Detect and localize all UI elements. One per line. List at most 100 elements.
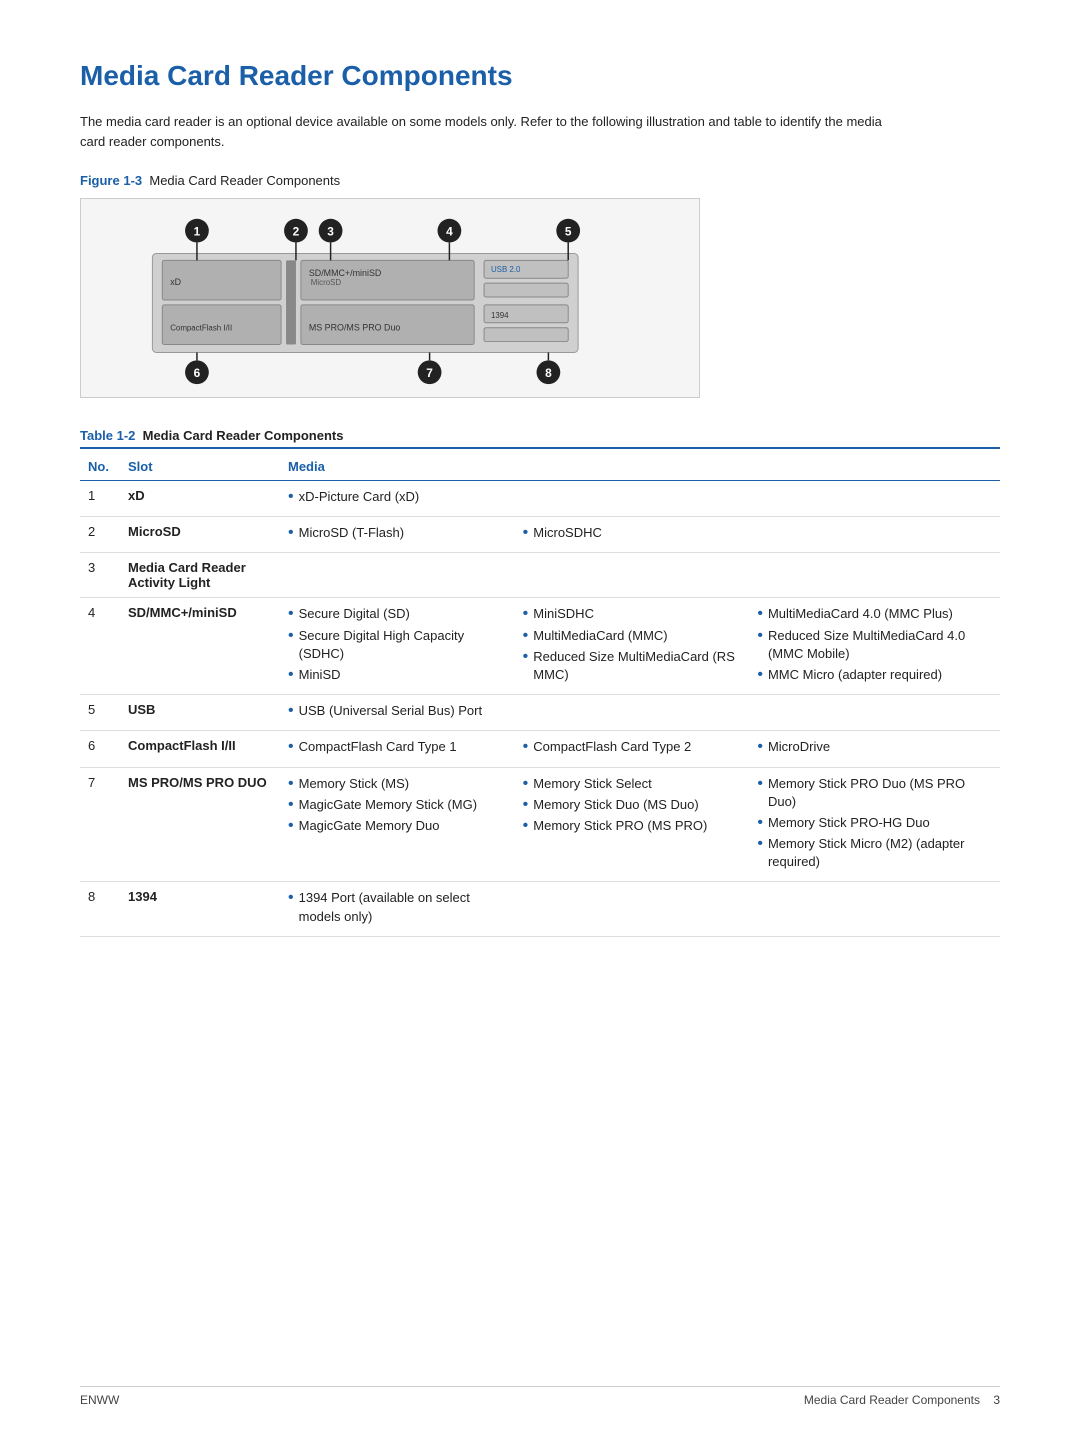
- header-no: No.: [80, 453, 120, 481]
- header-media: Media: [280, 453, 1000, 481]
- media-col: •Memory Stick Select•Memory Stick Duo (M…: [523, 775, 758, 875]
- media-col: •MultiMediaCard 4.0 (MMC Plus)•Reduced S…: [757, 605, 992, 687]
- svg-text:MicroSD: MicroSD: [311, 278, 342, 287]
- cell-media: • Secure Digital (SD) •Secure Digital High…: [280, 598, 1000, 695]
- media-col: • Secure Digital (SD) •Secure Digital High…: [288, 605, 523, 687]
- list-item: •1394 Port (available on select models o…: [288, 889, 513, 925]
- list-item: •MicroSD (T-Flash): [288, 524, 513, 542]
- footer: ENWW Media Card Reader Components 3: [80, 1386, 1000, 1407]
- cell-media: • USB (Universal Serial Bus) Port: [280, 695, 1000, 731]
- svg-text:7: 7: [426, 366, 433, 380]
- list-item-text: MagicGate Memory Stick (MG): [299, 796, 477, 814]
- header-slot: Slot: [120, 453, 280, 481]
- table-row: 4SD/MMC+/miniSD•Secure Digital (SD)•Secu…: [80, 598, 1000, 695]
- bullet-icon: •: [288, 606, 294, 622]
- list-item-text: USB (Universal Serial Bus) Port: [299, 702, 483, 720]
- table-header-row: No. Slot Media: [80, 453, 1000, 481]
- list-item: •MiniSD: [288, 666, 513, 684]
- media-col: •1394 Port (available on select models o…: [288, 889, 523, 928]
- cell-media: •MicroSD (T-Flash) •MicroSDHC: [280, 517, 1000, 553]
- media-col: • USB (Universal Serial Bus) Port: [288, 702, 523, 723]
- bullet-icon: •: [288, 818, 294, 834]
- list-item-text: MultiMediaCard 4.0 (MMC Plus): [768, 605, 953, 623]
- media-col: •CompactFlash Card Type 2: [523, 738, 758, 759]
- cell-media: • Memory Stick (MS) • MagicGate Memory Stic…: [280, 767, 1000, 882]
- media-col: •MiniSDHC•MultiMediaCard (MMC)•Reduced S…: [523, 605, 758, 687]
- bullet-icon: •: [757, 606, 763, 622]
- table-row: 5USB•USB (Universal Serial Bus) Port: [80, 695, 1000, 731]
- list-item: •MiniSDHC: [523, 605, 748, 623]
- list-item: • MicroDrive: [757, 738, 982, 756]
- media-col: • CompactFlash Card Type 1: [288, 738, 523, 759]
- svg-text:6: 6: [194, 366, 201, 380]
- list-item: • MagicGate Memory Stick (MG): [288, 796, 513, 814]
- media-col: [523, 488, 758, 509]
- page-title: Media Card Reader Components: [80, 60, 1000, 92]
- list-item-text: CompactFlash Card Type 2: [533, 738, 691, 756]
- svg-text:xD: xD: [170, 277, 181, 287]
- list-item-text: MicroSDHC: [533, 524, 602, 542]
- list-item: •Memory Stick PRO Duo (MS PRO Duo): [757, 775, 982, 811]
- list-item: •xD-Picture Card (xD): [288, 488, 513, 506]
- bullet-icon: •: [288, 890, 294, 906]
- bullet-icon: •: [288, 703, 294, 719]
- svg-text:SD/MMC+/miniSD: SD/MMC+/miniSD: [309, 268, 381, 278]
- components-table: No. Slot Media 1xD•xD-Picture Card (xD)2…: [80, 453, 1000, 937]
- cell-no: 2: [80, 517, 120, 553]
- bullet-icon: •: [288, 797, 294, 813]
- list-item-text: MicroDrive: [768, 738, 830, 756]
- list-item: •MMC Micro (adapter required): [757, 666, 982, 684]
- figure-caption-text: Media Card Reader Components: [149, 173, 340, 188]
- footer-right: Media Card Reader Components 3: [804, 1393, 1000, 1407]
- media-col: •Memory Stick PRO Duo (MS PRO Duo)•Memor…: [757, 775, 992, 875]
- list-item-text: Secure Digital (SD): [299, 605, 410, 623]
- cell-no: 4: [80, 598, 120, 695]
- cell-no: 6: [80, 731, 120, 767]
- svg-text:3: 3: [327, 225, 334, 239]
- bullet-icon: •: [523, 628, 529, 644]
- list-item-text: Memory Stick (MS): [299, 775, 410, 793]
- cell-media: [280, 553, 1000, 598]
- cell-media: •CompactFlash Card Type 1•CompactFlash C…: [280, 731, 1000, 767]
- bullet-icon: •: [288, 739, 294, 755]
- footer-left: ENWW: [80, 1393, 119, 1407]
- bullet-icon: •: [523, 818, 529, 834]
- media-col: • Memory Stick (MS) • MagicGate Memory Stic…: [288, 775, 523, 875]
- list-item-text: MultiMediaCard (MMC): [533, 627, 667, 645]
- list-item: •Secure Digital High Capacity (SDHC): [288, 627, 513, 663]
- cell-no: 1: [80, 481, 120, 517]
- bullet-icon: •: [523, 606, 529, 622]
- bullet-icon: •: [288, 776, 294, 792]
- list-item: •MagicGate Memory Duo: [288, 817, 513, 835]
- list-item-text: Reduced Size MultiMediaCard (RS MMC): [533, 648, 747, 684]
- diagram-svg: xD CompactFlash I/II SD/MMC+/miniSD MS P…: [81, 199, 699, 397]
- table-caption: Table 1-2 Media Card Reader Components: [80, 428, 1000, 449]
- table-row: 1xD•xD-Picture Card (xD): [80, 481, 1000, 517]
- list-item-text: Memory Stick PRO-HG Duo: [768, 814, 930, 832]
- bullet-icon: •: [757, 836, 763, 852]
- media-col: •MicroSDHC: [523, 524, 758, 545]
- figure-label: Figure 1-3: [80, 173, 142, 188]
- list-item: •Memory Stick Duo (MS Duo): [523, 796, 748, 814]
- bullet-icon: •: [757, 776, 763, 792]
- list-item: •Reduced Size MultiMediaCard (RS MMC): [523, 648, 748, 684]
- list-item-text: CompactFlash Card Type 1: [299, 738, 457, 756]
- list-item: • USB (Universal Serial Bus) Port: [288, 702, 513, 720]
- svg-text:4: 4: [446, 225, 453, 239]
- intro-paragraph: The media card reader is an optional dev…: [80, 112, 900, 151]
- list-item: • MultiMediaCard 4.0 (MMC Plus): [757, 605, 982, 623]
- bullet-icon: •: [757, 667, 763, 683]
- bullet-icon: •: [288, 489, 294, 505]
- svg-text:CompactFlash I/II: CompactFlash I/II: [170, 324, 232, 333]
- media-col: •MicroSD (T-Flash): [288, 524, 523, 545]
- cell-no: 3: [80, 553, 120, 598]
- cell-media: •1394 Port (available on select models o…: [280, 882, 1000, 936]
- bullet-icon: •: [757, 739, 763, 755]
- cell-slot: USB: [120, 695, 280, 731]
- list-item: •Reduced Size MultiMediaCard 4.0 (MMC Mo…: [757, 627, 982, 663]
- list-item: •Memory Stick Micro (M2) (adapter requir…: [757, 835, 982, 871]
- table-caption-text: Media Card Reader Components: [143, 428, 344, 443]
- list-item: •MicroSDHC: [523, 524, 748, 542]
- list-item-text: Reduced Size MultiMediaCard 4.0 (MMC Mob…: [768, 627, 982, 663]
- media-col: [523, 889, 758, 928]
